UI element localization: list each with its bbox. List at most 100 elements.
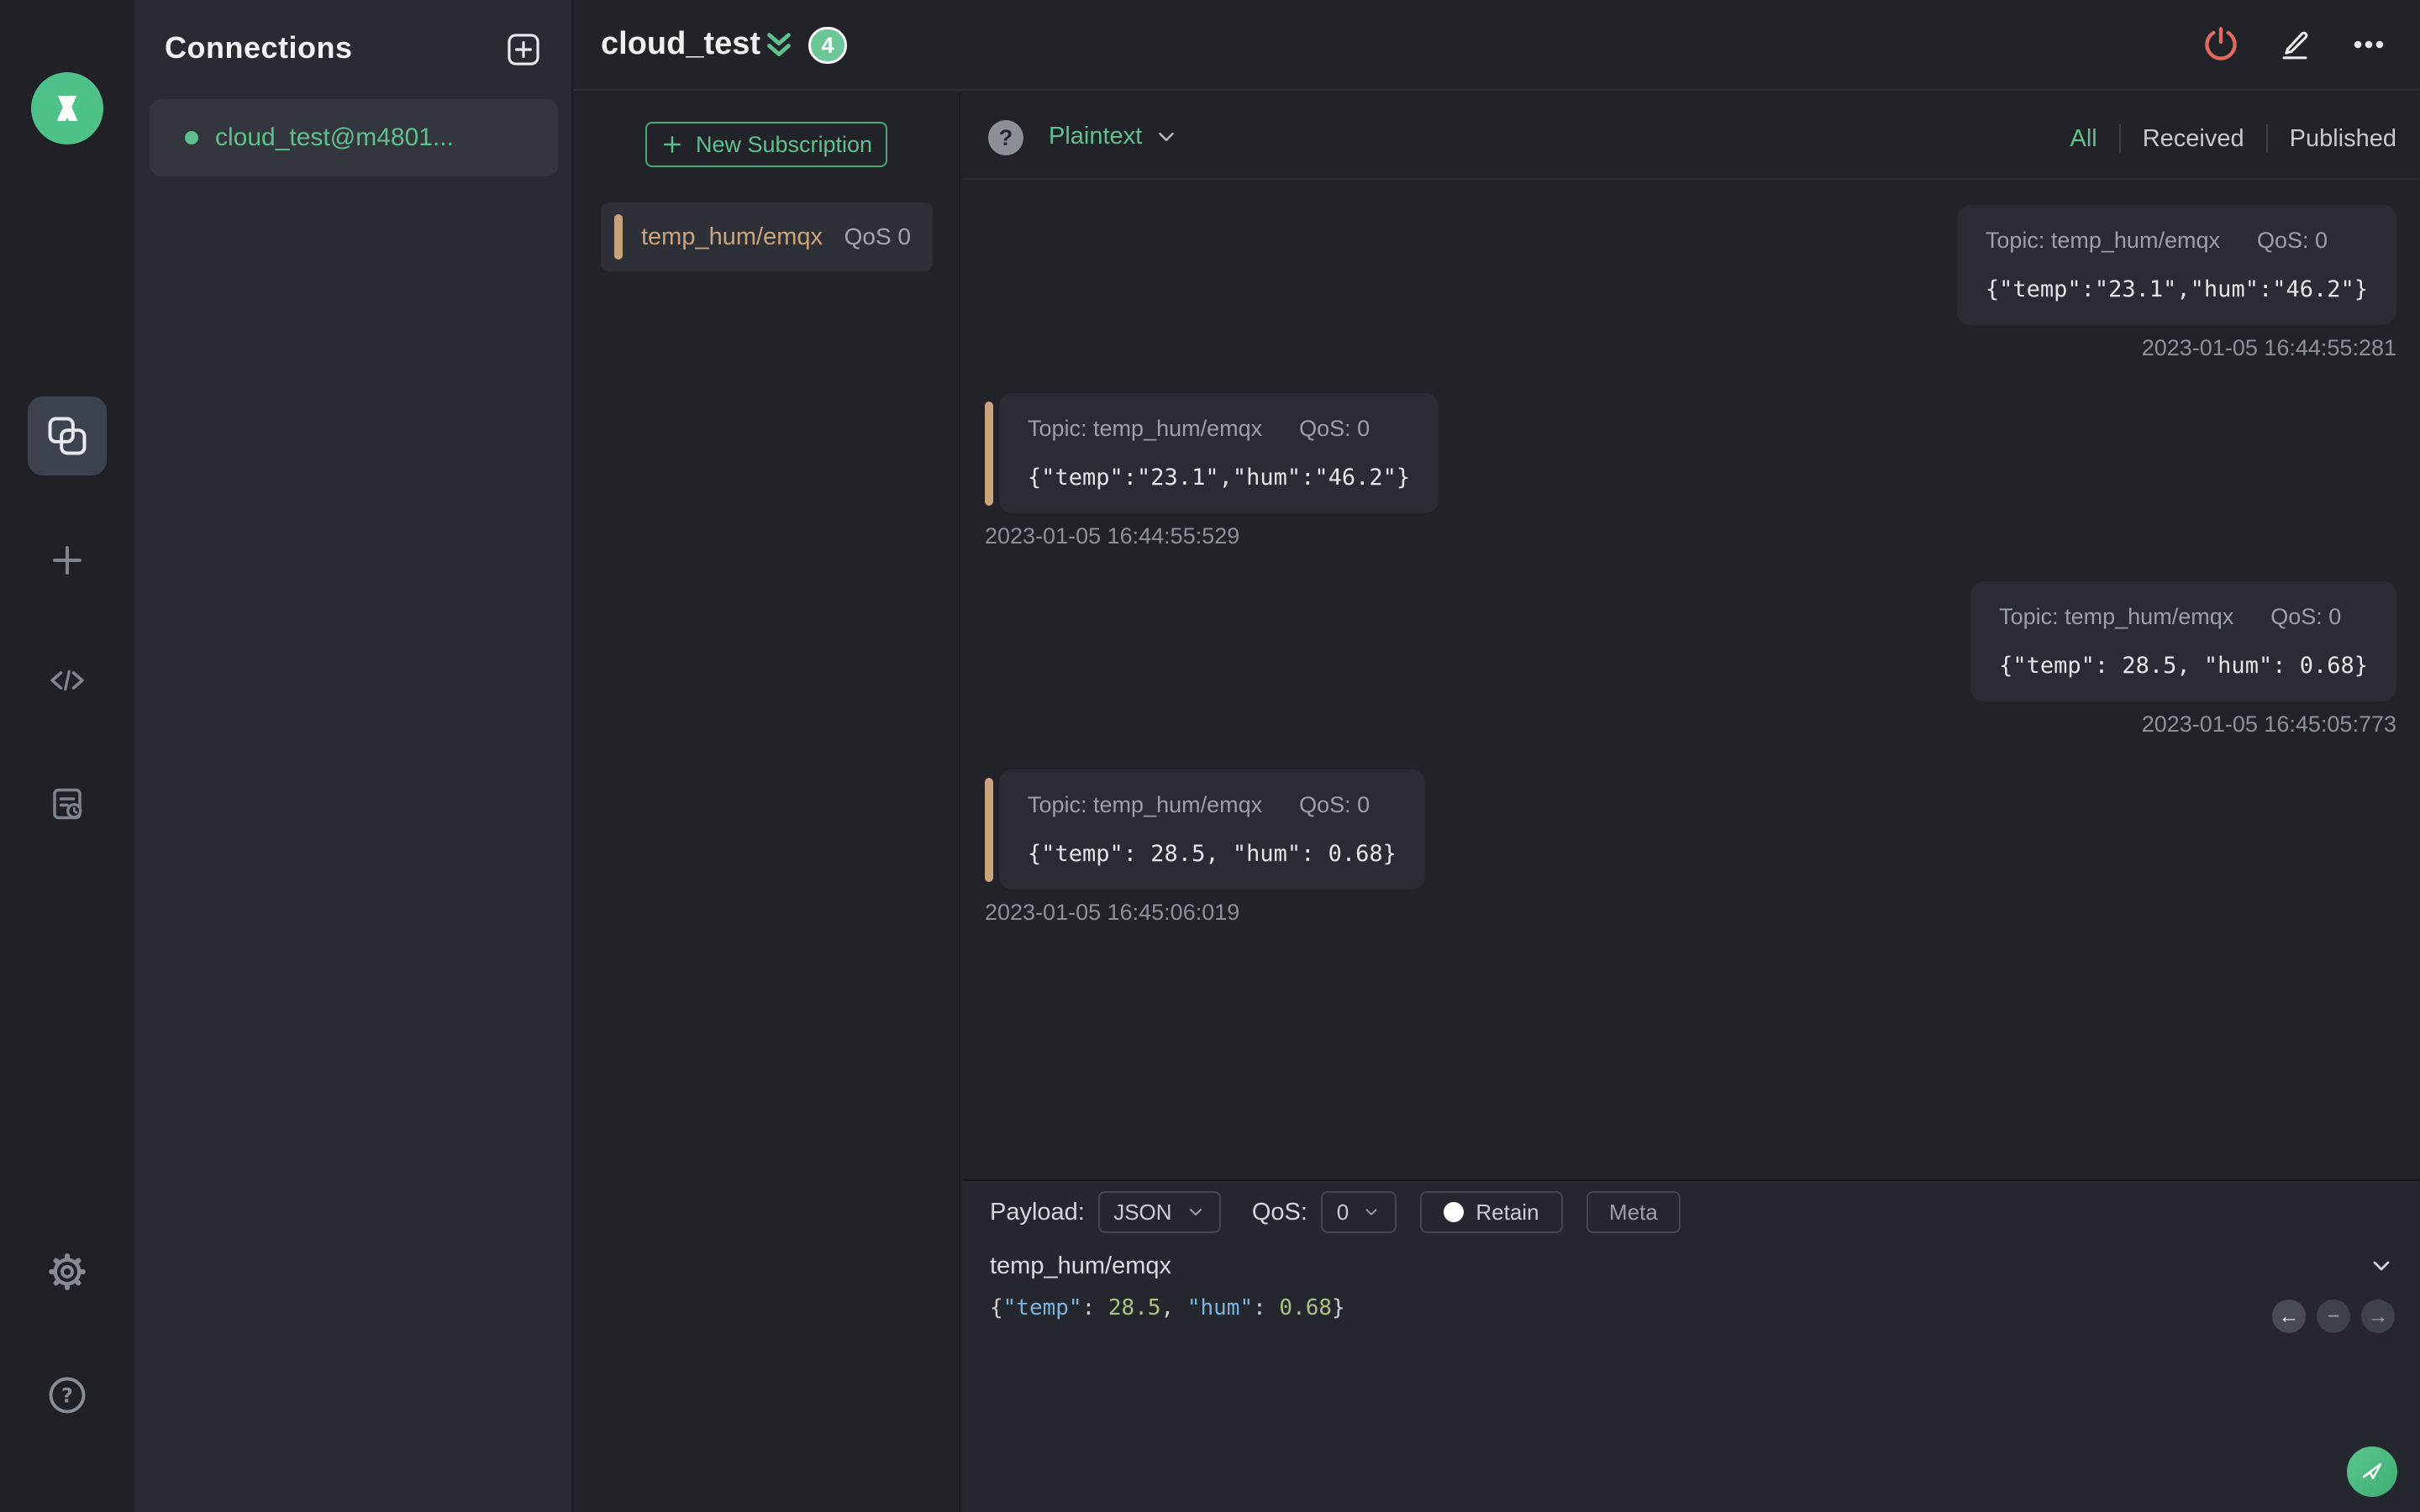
connections-title: Connections bbox=[165, 30, 353, 65]
message: Topic: temp_hum/emqx QoS: 0 {"temp":"23.… bbox=[985, 205, 2396, 361]
publish-topic-input[interactable]: temp_hum/emqx bbox=[990, 1252, 1171, 1280]
publish-topic-row: temp_hum/emqx bbox=[990, 1245, 2395, 1287]
payload-format-select[interactable]: JSON bbox=[1097, 1191, 1221, 1233]
log-icon bbox=[53, 788, 82, 820]
collapse-panel-button[interactable] bbox=[760, 30, 798, 68]
message-topic: Topic: temp_hum/emqx bbox=[1999, 604, 2234, 629]
payload-token-punc: : bbox=[1081, 1295, 1108, 1320]
send-button[interactable] bbox=[2347, 1446, 2397, 1497]
sidebar-item-connections[interactable] bbox=[28, 396, 107, 475]
sidebar-item-script[interactable] bbox=[47, 660, 87, 701]
message-bubble[interactable]: Topic: temp_hum/emqx QoS: 0 {"temp":"23.… bbox=[1956, 205, 2396, 325]
plus-icon bbox=[663, 136, 681, 153]
payload-token-key: "temp" bbox=[1002, 1295, 1082, 1320]
message-timestamp: 2023-01-05 16:44:55:281 bbox=[2141, 335, 2396, 360]
mqttx-logo-icon bbox=[56, 96, 78, 121]
main-area: cloud_test 4 New Subscription temp_hum/e… bbox=[573, 0, 2420, 1512]
qos-value: 0 bbox=[1336, 1199, 1349, 1225]
sidebar-item-new-connection[interactable] bbox=[47, 540, 87, 580]
retain-dot-icon bbox=[1444, 1202, 1465, 1222]
message-qos: QoS: 0 bbox=[1299, 416, 1370, 441]
message: Topic: temp_hum/emqx QoS: 0 {"temp":"23.… bbox=[985, 393, 2396, 549]
messages-toolbar: ? Plaintext All Received Published bbox=[962, 92, 2420, 180]
send-paper-plane-icon bbox=[2362, 1462, 2382, 1480]
more-options-button[interactable] bbox=[2349, 25, 2388, 64]
help-icon: ? bbox=[49, 1377, 86, 1414]
payload-format-value: JSON bbox=[1113, 1199, 1172, 1225]
app-iconbar: ? bbox=[0, 0, 134, 1512]
message-qos: QoS: 0 bbox=[2270, 604, 2342, 629]
clear-payload-button[interactable]: − bbox=[2317, 1299, 2350, 1333]
filter-received[interactable]: Received bbox=[2143, 125, 2244, 153]
message-timestamp: 2023-01-05 16:45:06:019 bbox=[985, 900, 1240, 925]
message-list: Topic: temp_hum/emqx QoS: 0 {"temp":"23.… bbox=[962, 180, 2420, 1179]
retain-toggle[interactable]: Retain bbox=[1419, 1191, 1563, 1233]
edit-pencil-icon bbox=[2282, 31, 2308, 60]
message-topic: Topic: temp_hum/emqx bbox=[1028, 792, 1263, 817]
retain-label: Retain bbox=[1476, 1199, 1539, 1225]
filter-divider bbox=[2118, 124, 2121, 153]
meta-label: Meta bbox=[1609, 1199, 1658, 1225]
message-timestamp: 2023-01-05 16:44:55:529 bbox=[985, 523, 1240, 549]
subscription-qos: QoS 0 bbox=[844, 223, 911, 249]
double-chevron-down-icon bbox=[767, 33, 791, 56]
power-icon bbox=[2205, 27, 2237, 60]
collapse-editor-chevron-icon[interactable] bbox=[2368, 1252, 2395, 1279]
message-topic: Topic: temp_hum/emqx bbox=[1985, 228, 2220, 253]
payload-format-help-icon[interactable]: ? bbox=[988, 120, 1023, 155]
message-filters: All Received Published bbox=[2070, 124, 2396, 153]
message-topic: Topic: temp_hum/emqx bbox=[1028, 416, 1263, 441]
messages-panel: ? Plaintext All Received Published Topic… bbox=[962, 92, 2420, 1512]
filter-published[interactable]: Published bbox=[2290, 125, 2396, 153]
publish-toolbar: Payload: JSON QoS: 0 Retain Meta bbox=[990, 1191, 1681, 1233]
message-bubble[interactable]: Topic: temp_hum/emqx QoS: 0 {"temp": 28.… bbox=[999, 769, 1425, 890]
chevron-down-icon bbox=[1189, 1208, 1202, 1216]
mqttx-logo bbox=[31, 72, 103, 144]
message-format-select[interactable]: Plaintext bbox=[1049, 123, 1179, 150]
connection-item[interactable]: cloud_test@m4801... bbox=[150, 99, 558, 176]
message-timestamp: 2023-01-05 16:45:05:773 bbox=[2141, 711, 2396, 737]
payload-token-num: 0.68 bbox=[1279, 1295, 1333, 1320]
connected-status-dot bbox=[185, 131, 198, 144]
connection-title: cloud_test bbox=[601, 26, 761, 61]
code-icon bbox=[50, 669, 84, 691]
new-subscription-label: New Subscription bbox=[695, 131, 873, 157]
plus-box-icon bbox=[508, 34, 539, 66]
message-bubble[interactable]: Topic: temp_hum/emqx QoS: 0 {"temp":"23.… bbox=[999, 393, 1439, 513]
message-payload: {"temp":"23.1","hum":"46.2"} bbox=[1028, 465, 1411, 491]
publish-panel: Payload: JSON QoS: 0 Retain Meta temp_hu… bbox=[962, 1179, 2420, 1512]
new-subscription-button[interactable]: New Subscription bbox=[645, 122, 887, 167]
meta-button[interactable]: Meta bbox=[1586, 1191, 1681, 1233]
new-connection-button[interactable] bbox=[506, 32, 541, 67]
subscriptions-panel: New Subscription temp_hum/emqx QoS 0 bbox=[573, 92, 960, 1512]
connection-name: cloud_test@m4801... bbox=[215, 123, 454, 151]
payload-token-punc: { bbox=[990, 1295, 1003, 1320]
history-prev-button[interactable]: ← bbox=[2272, 1299, 2306, 1333]
qos-select[interactable]: 0 bbox=[1320, 1191, 1397, 1233]
plus-icon bbox=[53, 546, 82, 575]
history-next-button[interactable]: → bbox=[2361, 1299, 2395, 1333]
filter-divider bbox=[2265, 124, 2268, 153]
sidebar-item-log[interactable] bbox=[47, 784, 87, 824]
svg-text:?: ? bbox=[61, 1383, 73, 1407]
sidebar-item-help[interactable]: ? bbox=[47, 1375, 87, 1415]
edit-connection-button[interactable] bbox=[2275, 25, 2314, 64]
message-accent-bar bbox=[985, 401, 993, 506]
message-qos: QoS: 0 bbox=[1299, 792, 1370, 817]
message: Topic: temp_hum/emqx QoS: 0 {"temp": 28.… bbox=[985, 581, 2396, 738]
disconnect-button[interactable] bbox=[2202, 25, 2240, 64]
message-payload: {"temp": 28.5, "hum": 0.68} bbox=[1028, 841, 1397, 867]
gear-icon bbox=[49, 1253, 86, 1290]
message-accent-bar bbox=[985, 777, 993, 882]
payload-token-punc: } bbox=[1332, 1295, 1345, 1320]
payload-label: Payload: bbox=[990, 1198, 1085, 1226]
publish-payload-editor[interactable]: {"temp": 28.5, "hum": 0.68} bbox=[990, 1295, 2202, 1320]
message-bubble[interactable]: Topic: temp_hum/emqx QoS: 0 {"temp": 28.… bbox=[1970, 581, 2396, 701]
filter-all[interactable]: All bbox=[2070, 125, 2096, 153]
subscription-item[interactable]: temp_hum/emqx QoS 0 bbox=[601, 202, 933, 271]
sidebar-item-settings[interactable] bbox=[47, 1252, 87, 1292]
chevron-down-icon bbox=[1159, 132, 1175, 141]
editor-nav-buttons: ← − → bbox=[2272, 1299, 2395, 1333]
payload-token-punc: , bbox=[1160, 1295, 1187, 1320]
connections-icon bbox=[48, 417, 87, 455]
